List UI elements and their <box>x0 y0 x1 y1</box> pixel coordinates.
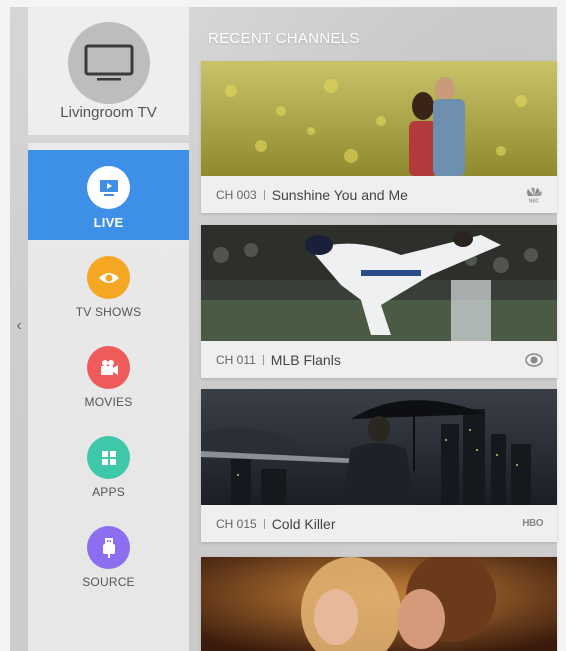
nav-label: MOVIES <box>84 395 133 409</box>
nav-icon-circle <box>87 526 130 569</box>
channel-thumbnail <box>201 389 557 505</box>
caption-divider <box>263 189 265 200</box>
channel-thumbnail <box>201 557 557 651</box>
channel-title: MLB Flanls <box>270 351 341 368</box>
channel-title: Sunshine You and Me <box>271 186 408 203</box>
nav-icon-circle <box>87 346 130 389</box>
device-name: Livingroom TV <box>60 104 157 121</box>
nav-icon-circle <box>87 166 130 209</box>
channel-caption: CH 003 Sunshine You and Me NBC <box>201 176 557 213</box>
channel-number: CH 003 <box>216 187 257 202</box>
cbs-logo-icon <box>525 341 543 378</box>
device-header[interactable]: Livingroom TV <box>28 7 189 143</box>
channel-card[interactable]: CH 011 MLB Flanls <box>201 225 557 378</box>
channel-thumbnail <box>201 225 557 341</box>
channel-caption: CH 015 Cold Killer HBO <box>201 505 557 542</box>
live-tv-icon <box>99 179 118 196</box>
channel-card[interactable] <box>201 557 557 651</box>
nav-item-source[interactable]: SOURCE <box>28 510 189 600</box>
caption-divider <box>263 518 265 529</box>
svg-text:NBC: NBC <box>529 198 540 203</box>
apps-grid-icon <box>101 450 116 465</box>
channel-number: CH 011 <box>216 352 256 367</box>
channel-caption: CH 011 MLB Flanls <box>201 341 557 378</box>
caption-divider <box>262 354 264 365</box>
channel-title: Cold Killer <box>271 515 336 532</box>
eye-icon <box>98 272 119 283</box>
usb-icon <box>102 537 115 558</box>
nav-label: LIVE <box>93 215 124 230</box>
nav-item-movies[interactable]: MOVIES <box>28 330 189 420</box>
nav-label: APPS <box>92 485 125 499</box>
sidebar: Livingroom TV LIVE TV SHOWS MOVIES APPS … <box>28 7 189 651</box>
hbo-logo-icon: HBO <box>522 518 543 529</box>
section-title: RECENT CHANNELS <box>208 30 360 47</box>
nav-icon-circle <box>87 256 130 299</box>
channel-number: CH 015 <box>216 516 257 531</box>
nav-label: SOURCE <box>82 575 135 589</box>
channel-thumbnail <box>201 61 557 176</box>
nav-item-tv-shows[interactable]: TV SHOWS <box>28 240 189 330</box>
chevron-left-icon[interactable]: ‹ <box>12 316 26 336</box>
nav-icon-circle <box>87 436 130 479</box>
channel-card[interactable]: CH 003 Sunshine You and Me NBC <box>201 61 557 213</box>
device-avatar <box>68 22 150 104</box>
tv-icon <box>84 44 134 81</box>
nav-label: TV SHOWS <box>75 305 142 319</box>
nav-item-apps[interactable]: APPS <box>28 420 189 510</box>
channel-card[interactable]: CH 015 Cold Killer HBO <box>201 389 557 542</box>
nav-item-live[interactable]: LIVE <box>28 150 189 240</box>
nbc-logo-icon: NBC <box>525 176 543 213</box>
movie-camera-icon <box>100 359 118 375</box>
